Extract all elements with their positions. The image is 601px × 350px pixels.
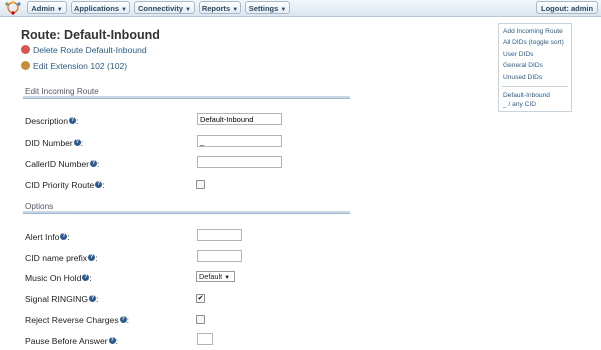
callerid-number-label: CallerID Number?:	[25, 159, 100, 169]
menu-admin[interactable]: Admin ▼	[27, 1, 67, 14]
help-icon[interactable]: ?	[60, 233, 68, 240]
delete-route-link[interactable]: Delete Route Default-Inbound	[21, 45, 147, 55]
description-input[interactable]	[197, 113, 282, 125]
chevron-down-icon: ▼	[232, 7, 239, 13]
description-label-text: Description	[25, 116, 68, 126]
description-label: Description?:	[25, 116, 79, 126]
reject-reverse-charges-label: Reject Reverse Charges?:	[25, 315, 130, 325]
cid-name-prefix-label: CID name prefix?:	[25, 253, 98, 263]
section-divider	[23, 211, 350, 214]
checkmark-icon: ✔	[197, 295, 204, 302]
section-options: Options	[25, 202, 54, 211]
edit-extension-label: Edit Extension 102 (102)	[33, 61, 128, 71]
general-dids-link[interactable]: General DIDs	[503, 62, 543, 69]
cid-priority-route-checkbox[interactable]	[196, 180, 205, 189]
music-on-hold-select[interactable]: Default ▼	[196, 271, 235, 282]
chevron-down-icon: ▼	[185, 7, 191, 13]
user-dids-link[interactable]: User DIDs	[503, 51, 533, 58]
page-title: Route: Default-Inbound	[21, 28, 160, 42]
menu-admin-label: Admin	[31, 4, 55, 13]
did-number-label-text: DID Number	[25, 138, 73, 148]
cid-priority-route-label: CID Priority Route?:	[25, 180, 105, 190]
delete-route-label: Delete Route Default-Inbound	[33, 45, 147, 55]
menu-connectivity-label: Connectivity	[138, 4, 184, 13]
pause-before-answer-label: Pause Before Answer?:	[25, 336, 119, 346]
menu-settings[interactable]: Settings ▼	[245, 1, 290, 14]
alert-info-input[interactable]	[197, 229, 242, 241]
cid-priority-route-label-text: CID Priority Route	[25, 180, 95, 190]
music-on-hold-label-text: Music On Hold	[25, 273, 82, 283]
section-edit-incoming-route: Edit Incoming Route	[25, 87, 99, 96]
route-link-any-cid[interactable]: _ / any CID	[503, 101, 536, 108]
signal-ringing-checkbox[interactable]: ✔	[196, 294, 205, 303]
menu-connectivity[interactable]: Connectivity ▼	[134, 1, 195, 14]
callerid-number-label-text: CallerID Number	[25, 159, 89, 169]
help-icon[interactable]: ?	[89, 295, 97, 302]
chevron-down-icon: ▼	[121, 7, 127, 13]
chevron-down-icon: ▼	[280, 7, 287, 13]
reject-reverse-charges-label-text: Reject Reverse Charges	[25, 315, 119, 325]
callerid-number-input[interactable]	[197, 156, 282, 168]
signal-ringing-label: Signal RINGING?:	[25, 294, 99, 304]
chevron-down-icon: ▼	[56, 7, 63, 13]
help-icon[interactable]: ?	[90, 160, 97, 167]
add-incoming-route-link[interactable]: Add Incoming Route	[503, 28, 563, 35]
help-icon[interactable]: ?	[73, 139, 81, 146]
help-icon[interactable]: ?	[95, 181, 103, 188]
help-icon[interactable]: ?	[69, 117, 76, 124]
dropdown-arrow-icon: ▼	[224, 275, 231, 281]
edit-extension-link[interactable]: Edit Extension 102 (102)	[21, 61, 127, 71]
menu-reports-label: Reports	[201, 4, 231, 13]
pause-before-answer-input[interactable]	[197, 333, 213, 345]
did-number-input[interactable]	[197, 135, 282, 147]
cid-name-prefix-input[interactable]	[197, 250, 242, 262]
did-sidebar: Add Incoming Route All DIDs (toggle sort…	[498, 23, 572, 112]
menu-settings-label: Settings	[248, 4, 279, 13]
route-link-default-inbound[interactable]: Default-Inbound	[503, 92, 550, 99]
cid-name-prefix-label-text: CID name prefix	[25, 253, 88, 263]
music-on-hold-value: Default	[199, 272, 223, 281]
freepbx-logo-icon[interactable]	[2, 0, 24, 15]
section-divider	[23, 96, 350, 99]
delete-icon	[21, 45, 30, 54]
help-icon[interactable]: ?	[119, 316, 127, 323]
unused-dids-link[interactable]: Unused DIDs	[503, 74, 542, 81]
did-number-label: DID Number?:	[25, 138, 84, 148]
alert-info-label-text: Alert Info	[25, 232, 60, 242]
signal-ringing-label-text: Signal RINGING	[25, 294, 89, 304]
alert-info-label: Alert Info?:	[25, 232, 70, 242]
reject-reverse-charges-checkbox[interactable]	[196, 315, 205, 324]
help-icon[interactable]: ?	[108, 337, 116, 344]
all-dids-link[interactable]: All DIDs (toggle sort)	[503, 39, 564, 46]
logout-button[interactable]: Logout: admin	[536, 1, 599, 14]
sidebar-divider	[502, 86, 568, 87]
menu-applications-label: Applications	[74, 4, 120, 13]
help-icon[interactable]: ?	[82, 274, 90, 281]
menu-applications[interactable]: Applications ▼	[71, 1, 130, 14]
music-on-hold-label: Music On Hold?:	[25, 273, 92, 283]
user-icon	[21, 61, 30, 70]
top-navbar: Admin ▼ Applications ▼ Connectivity ▼ Repor…	[0, 0, 601, 17]
pause-before-answer-label-text: Pause Before Answer	[25, 336, 108, 346]
help-icon[interactable]: ?	[88, 254, 96, 261]
menu-reports[interactable]: Reports ▼	[199, 1, 241, 14]
